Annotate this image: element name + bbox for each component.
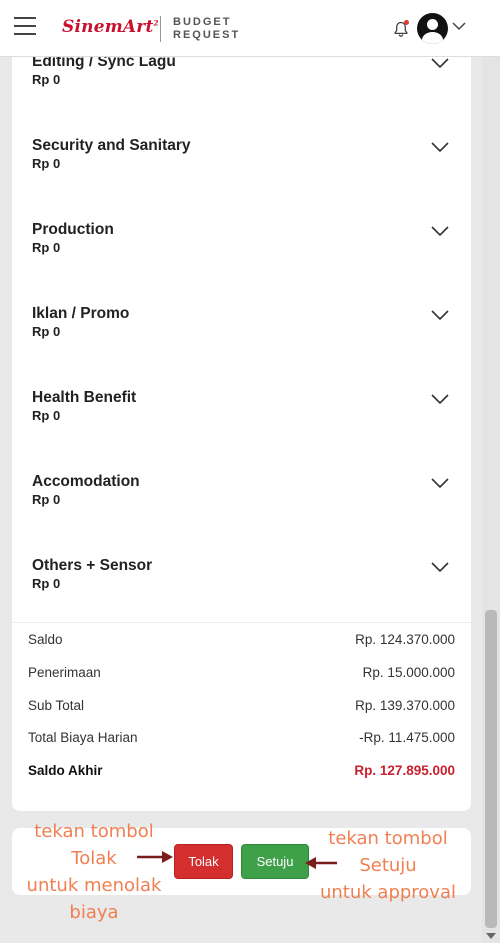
accordion-value: Rp 0 (32, 408, 61, 423)
summary-label: Saldo Akhir (28, 763, 103, 778)
annotation-text: untuk approval (319, 882, 456, 903)
chevron-down-icon[interactable] (431, 562, 449, 573)
summary-divider (12, 622, 471, 623)
accordion-title: Accomodation (32, 473, 140, 490)
chevron-down-icon[interactable] (431, 226, 449, 237)
annotation-text: untuk menolak (26, 875, 162, 896)
scrollbar-thumb[interactable] (485, 610, 497, 928)
accordion-value: Rp 0 (32, 72, 61, 87)
accordion-item-accomodation[interactable]: Accomodation Rp 0 (12, 473, 471, 557)
logo-subtitle-line2: REQUEST (173, 29, 241, 41)
summary-value: Rp. 15.000.000 (362, 665, 455, 680)
approve-button[interactable]: Setuju (241, 844, 309, 879)
arrow-right-icon (137, 851, 173, 863)
bell-icon[interactable] (392, 20, 410, 38)
accordion-item-others[interactable]: Others + Sensor Rp 0 (12, 557, 471, 641)
chevron-down-icon[interactable] (452, 22, 466, 31)
accordion-title: Iklan / Promo (32, 305, 130, 322)
logo-sup: 2 (153, 18, 159, 28)
annotation-reject: tekan tombol Tolak untuk menolak biaya (22, 818, 166, 926)
budget-card: Editing / Sync Lagu Rp 0 Security and Sa… (12, 20, 471, 811)
accordion-title: Security and Sanitary (32, 137, 191, 154)
accordion-value: Rp 0 (32, 492, 61, 507)
accordion-value: Rp 0 (32, 576, 61, 591)
reject-button[interactable]: Tolak (174, 844, 233, 879)
accordion-item-production[interactable]: Production Rp 0 (12, 221, 471, 305)
user-avatar-icon[interactable] (417, 13, 448, 44)
logo-divider (160, 16, 161, 42)
summary-value-final: Rp. 127.895.000 (354, 763, 455, 778)
chevron-down-icon[interactable] (431, 310, 449, 321)
accordion-item-iklan[interactable]: Iklan / Promo Rp 0 (12, 305, 471, 389)
chevron-down-icon[interactable] (431, 142, 449, 153)
summary-label: Sub Total (28, 698, 85, 713)
summary-value: -Rp. 11.475.000 (359, 730, 455, 745)
accordion-value: Rp 0 (32, 324, 61, 339)
summary-value: Rp. 139.370.000 (355, 698, 455, 713)
notification-dot (404, 20, 409, 25)
accordion-item-editing[interactable]: Editing / Sync Lagu Rp 0 (12, 53, 471, 137)
accordion-title: Health Benefit (32, 389, 137, 406)
scroll-down-icon[interactable] (484, 931, 498, 941)
summary-label: Penerimaan (28, 665, 101, 680)
accordion-item-security[interactable]: Security and Sanitary Rp 0 (12, 137, 471, 221)
summary-value: Rp. 124.370.000 (355, 632, 455, 647)
accordion-item-health[interactable]: Health Benefit Rp 0 (12, 389, 471, 473)
accordion-title: Others + Sensor (32, 557, 153, 574)
chevron-down-icon[interactable] (431, 394, 449, 405)
annotation-text: tekan tombol (328, 828, 448, 849)
logo-subtitle: BUDGET REQUEST (173, 16, 240, 42)
hamburger-icon[interactable] (14, 17, 36, 35)
logo-script: SinemArt2 (62, 17, 159, 37)
arrow-left-icon (305, 857, 337, 869)
accordion-value: Rp 0 (32, 156, 61, 171)
summary-label: Saldo (28, 632, 63, 647)
annotation-text: tekan tombol (34, 821, 154, 842)
chevron-down-icon[interactable] (431, 478, 449, 489)
app-header: SinemArt2 BUDGET REQUEST (0, 0, 500, 57)
chevron-down-icon[interactable] (431, 58, 449, 69)
summary-label: Total Biaya Harian (28, 730, 138, 745)
accordion-title: Production (32, 221, 114, 238)
annotation-text: biaya (69, 902, 119, 923)
logo-text: SinemArt (62, 17, 154, 37)
logo-subtitle-line1: BUDGET (173, 16, 232, 28)
accordion-value: Rp 0 (32, 240, 61, 255)
